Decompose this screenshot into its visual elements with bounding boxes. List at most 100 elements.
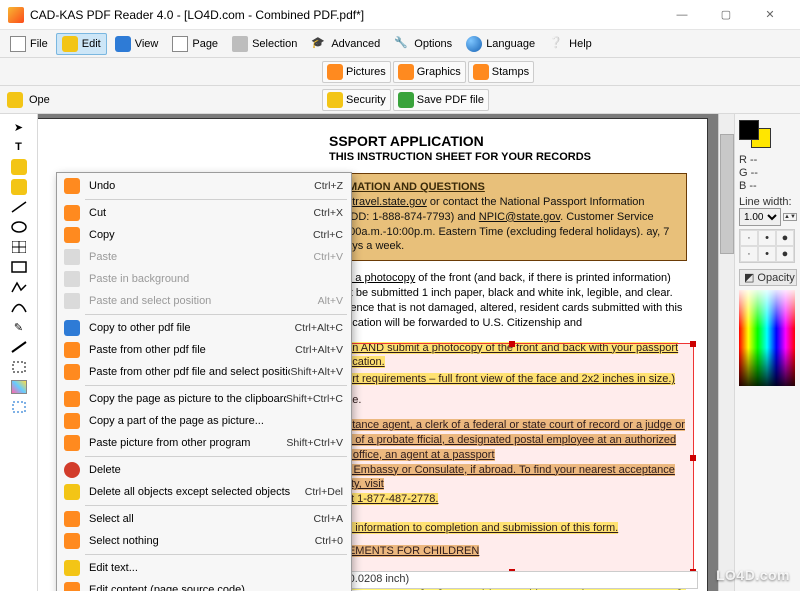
tool-ellipse[interactable] (8, 218, 30, 236)
edit-menu-item-8[interactable]: Copy to other pdf fileCtrl+Alt+C (57, 317, 351, 339)
edit-menu-item-2[interactable]: CutCtrl+X (57, 202, 351, 224)
menu-options[interactable]: 🔧Options (388, 33, 458, 55)
help-icon: ❔ (549, 36, 565, 52)
open-left-label: Ope (29, 94, 50, 106)
tab-graphics[interactable]: Graphics (393, 61, 466, 83)
edit-menu-item-4: PasteCtrl+V (57, 246, 351, 268)
paste2-icon (61, 341, 83, 359)
edit-menu-item-14[interactable]: Paste picture from other programShift+Ct… (57, 432, 351, 454)
close-button[interactable]: ✕ (748, 1, 792, 29)
tool-diag[interactable] (8, 338, 30, 356)
dot-size-grid[interactable]: ·•●·•● (739, 229, 795, 263)
page-icon (172, 36, 188, 52)
tab-stamps[interactable]: Stamps (468, 61, 534, 83)
menu-separator (85, 554, 347, 555)
edit-menu-item-13[interactable]: Copy a part of the page as picture... (57, 410, 351, 432)
open-left-btn[interactable] (4, 89, 26, 111)
menu-item-shortcut: Ctrl+Del (305, 486, 343, 498)
edit-menu-item-12[interactable]: Copy the page as picture to the clipboar… (57, 388, 351, 410)
swatch-primary[interactable] (739, 120, 759, 140)
save-pdf-button[interactable]: Save PDF file (393, 89, 489, 111)
vertical-scrollbar[interactable] (718, 114, 734, 591)
tool-grid[interactable] (8, 238, 30, 256)
menu-file[interactable]: File (4, 33, 54, 55)
menu-page[interactable]: Page (166, 33, 224, 55)
selnone-icon (61, 532, 83, 550)
color-picker[interactable] (739, 290, 795, 386)
edit-menu-item-23[interactable]: Edit content (page source code)... (57, 579, 351, 591)
del-icon (61, 461, 83, 479)
edit-menu-item-20[interactable]: Select nothingCtrl+0 (57, 530, 351, 552)
edit-menu-item-17[interactable]: Delete all objects except selected objec… (57, 481, 351, 503)
menu-edit[interactable]: Edit (56, 33, 107, 55)
stamps-icon (473, 64, 489, 80)
tool-color-marquee[interactable] (8, 398, 30, 416)
edit-menu-item-22[interactable]: Edit text... (57, 557, 351, 579)
menu-language[interactable]: Language (460, 33, 541, 55)
del2-icon (61, 483, 83, 501)
menu-view-label: View (135, 38, 159, 50)
edit-menu-item-9[interactable]: Paste from other pdf fileCtrl+Alt+V (57, 339, 351, 361)
options-icon: 🔧 (394, 36, 410, 52)
menubar: File Edit View Page Selection 🎓Advanced … (0, 30, 800, 58)
window-title: CAD-KAS PDF Reader 4.0 - [LO4D.com - Com… (30, 8, 660, 22)
tab-pictures[interactable]: Pictures (322, 61, 391, 83)
menu-item-label: Edit content (page source code)... (83, 584, 343, 591)
selection-rect[interactable] (329, 343, 694, 573)
menu-separator (85, 505, 347, 506)
menu-item-label: Paste from other pdf file and select pos… (83, 366, 290, 378)
tool-pencil[interactable]: ✎ (8, 318, 30, 336)
graphics-icon (398, 64, 414, 80)
status-text: -0.0208 inch) (345, 573, 409, 585)
linewidth-select[interactable]: 1.00 (739, 208, 781, 226)
menu-item-label: Paste picture from other program (83, 437, 286, 449)
menu-help[interactable]: ❔ Help (543, 33, 598, 55)
tool-curve[interactable] (8, 298, 30, 316)
menu-item-label: Edit text... (83, 562, 343, 574)
security-label: Security (346, 94, 386, 106)
security-button[interactable]: Security (322, 89, 391, 111)
menu-item-label: Delete all objects except selected objec… (83, 486, 305, 498)
edit-menu-item-10[interactable]: Paste from other pdf file and select pos… (57, 361, 351, 383)
tool-pointer[interactable]: ➤ (8, 118, 30, 136)
tool-line[interactable] (8, 198, 30, 216)
tool-save[interactable] (8, 178, 30, 196)
doc-subheading: THIS INSTRUCTION SHEET FOR YOUR RECORDS (38, 151, 707, 163)
menu-file-label: File (30, 38, 48, 50)
tool-polyline[interactable] (8, 278, 30, 296)
rgb-g: G -- (739, 167, 796, 179)
save-icon (398, 92, 414, 108)
edit-menu-item-19[interactable]: Select allCtrl+A (57, 508, 351, 530)
menu-help-label: Help (569, 38, 592, 50)
menu-item-label: Cut (83, 207, 314, 219)
tool-rect[interactable] (8, 258, 30, 276)
edit-menu-item-16[interactable]: Delete (57, 459, 351, 481)
menu-view[interactable]: View (109, 33, 165, 55)
doc-paragraph-1: AND a photocopy of the front (and back, … (329, 271, 687, 330)
linewidth-stepper[interactable]: ▲▼ (783, 213, 797, 221)
minimize-button[interactable]: — (660, 1, 704, 29)
menu-selection[interactable]: Selection (226, 33, 303, 55)
menu-edit-label: Edit (82, 38, 101, 50)
menu-advanced[interactable]: 🎓Advanced (305, 33, 386, 55)
menu-selection-label: Selection (252, 38, 297, 50)
menu-item-label: Delete (83, 464, 343, 476)
opacity-icon: ◩ (744, 271, 754, 284)
tool-open[interactable] (8, 158, 30, 176)
color-swatches[interactable] (739, 120, 775, 148)
edit-menu-item-5: Paste in background (57, 268, 351, 290)
tool-marquee[interactable] (8, 358, 30, 376)
maximize-button[interactable]: ▢ (704, 1, 748, 29)
menu-item-label: Copy a part of the page as picture... (83, 415, 343, 427)
menu-item-label: Select nothing (83, 535, 315, 547)
watermark: LO4D.com (716, 567, 790, 583)
menu-item-shortcut: Ctrl+Alt+V (295, 344, 343, 356)
tool-text[interactable]: T (8, 138, 30, 156)
menu-separator (85, 385, 347, 386)
tool-gradient[interactable] (8, 378, 30, 396)
edit-menu-item-0[interactable]: UndoCtrl+Z (57, 175, 351, 197)
cam-icon (61, 412, 83, 430)
edit-menu-item-3[interactable]: CopyCtrl+C (57, 224, 351, 246)
opacity-button[interactable]: ◩ Opacity (739, 269, 797, 286)
scrollbar-thumb[interactable] (720, 134, 734, 254)
